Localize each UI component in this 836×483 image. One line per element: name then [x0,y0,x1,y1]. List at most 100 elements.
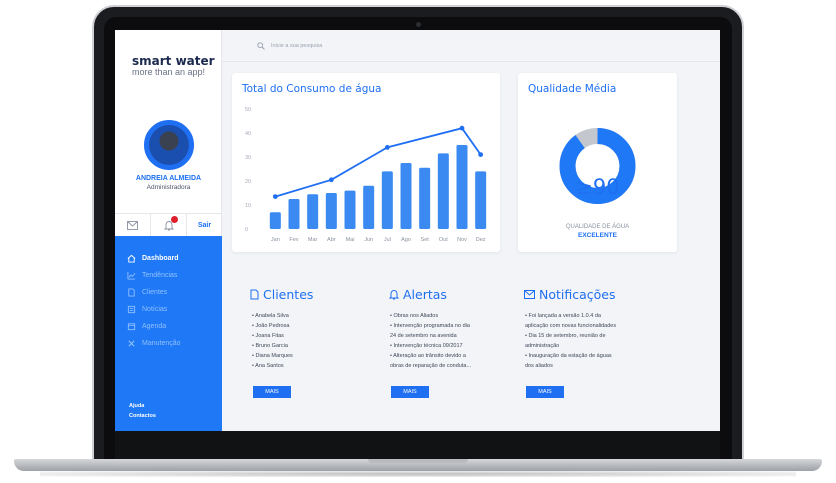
sidebar-item-label: Dashboard [142,254,179,262]
consumption-card: Total do Consumo de água 0 10 20 30 40 50 Jan F… [232,73,500,252]
messages-button[interactable] [115,214,151,236]
bar [363,185,375,229]
list-item[interactable]: • Anabela Silva [252,311,293,321]
logout-button[interactable]: Sair [187,214,222,236]
x-tick-label: Jun [364,237,373,243]
y-tick-label: 40 [245,131,251,137]
notificacoes-list: • Foi lançada a versão 1.0.4 da aplicaçã… [525,311,616,371]
x-tick-label: Mar [308,237,318,243]
brand-subtitle: more than an app! [132,67,206,77]
x-tick-label: Nov [457,237,467,243]
document-icon [250,289,259,300]
y-tick-label: 50 [245,107,251,113]
quality-card: Qualidade Média ≥90 QUALIDADE DE ÁGUA EX… [518,73,677,252]
x-tick-label: Ago [401,237,411,243]
bar [437,153,449,229]
bar [269,212,281,229]
bar [400,163,412,229]
line-point [384,145,390,150]
x-tick-label: Jan [271,237,280,243]
brand-logo[interactable]: smart water more than an app! [132,54,215,77]
list-item[interactable]: • Alteração ao trânsito devido a [390,351,471,361]
contacts-link[interactable]: Contactos [129,413,156,419]
sidebar-item-label: Agenda [142,322,167,330]
sidebar-item-label: Clientes [142,288,168,296]
user-role: Administradora [146,184,191,191]
search-icon [257,42,265,50]
list-item[interactable]: • Diana Marques [252,351,293,361]
notificacoes-more-button[interactable]: MAIS [526,386,564,398]
laptop-notch [368,459,468,463]
logout-label: Sair [197,221,212,229]
laptop-chin [115,431,720,461]
avatar[interactable] [144,120,194,170]
x-tick-label: Out [439,237,448,243]
search-placeholder: Inicie a sua pesquisa [271,43,323,49]
sidebar-item-tendencias[interactable]: Tendências [127,269,177,281]
list-item[interactable]: • Dia 15 de setembro, reunião de [525,331,616,341]
help-link[interactable]: Ajuda [129,403,144,409]
trend-line [275,127,482,198]
sidebar-item-noticias[interactable]: Notícias [127,303,167,315]
header-divider [222,61,720,62]
list-item[interactable]: • João Pedrosa [252,321,293,331]
sidebar-item-label: Manutenção [142,339,181,347]
notificacoes-title-label: Notificações [539,287,616,302]
notification-badge [171,216,178,223]
y-tick-label: 0 [245,227,248,233]
bar [288,199,300,229]
bar [344,190,356,229]
calendar-icon [127,322,136,330]
alertas-list: • Obras nos Aliados • Intervenção progra… [390,311,471,371]
quality-rating: EXCELENTE [577,232,617,239]
laptop-scene: smart water more than an app! ANDREIA AL… [0,0,836,483]
clientes-list: • Anabela Silva • João Pedrosa • Joana F… [252,311,293,371]
sidebar-item-dashboard[interactable]: Dashboard [127,252,179,264]
list-item[interactable]: obras de reparação de conduta... [390,361,471,371]
x-tick-label: Set [421,237,430,243]
list-item[interactable]: • Ana Santos [252,361,293,371]
laptop-shadow [40,471,796,477]
quality-value: ≥90 [575,175,620,199]
brand-title: smart water [132,54,215,68]
notificacoes-title: Notificações [524,287,616,302]
alertas-title: Alertas [389,287,447,302]
bar [325,193,337,229]
tools-icon [128,339,135,347]
sidebar-item-manutencao[interactable]: Manutenção [127,337,181,349]
envelope-icon [127,220,138,230]
sidebar-item-agenda[interactable]: Agenda [127,320,166,332]
camera-icon [416,22,421,27]
sidebar-nav: Dashboard Tendências Clientes Notícias A… [115,236,222,431]
clientes-title: Clientes [250,287,313,302]
list-item[interactable]: • Joana Fitas [252,331,293,341]
list-item[interactable]: dos aliados [525,361,616,371]
sidebar-item-label: Notícias [142,305,168,313]
alertas-more-button[interactable]: MAIS [391,386,429,398]
list-item[interactable]: 24 de setembro na avenida [390,331,471,341]
list-item[interactable]: administração [525,341,616,351]
newspaper-icon [127,305,136,313]
quality-caption: QUALIDADE DE ÁGUA [565,224,630,230]
x-tick-label: Dez [476,237,486,243]
sidebar-item-label: Tendências [142,271,178,279]
list-item[interactable]: aplicação com novas funcionalidades [525,321,616,331]
clientes-more-button[interactable]: MAIS [253,386,291,398]
list-item[interactable]: • Bruno Garcia [252,341,293,351]
list-item[interactable]: • Intervenção programada no dia [390,321,471,331]
bar [307,194,319,229]
notifications-button[interactable] [151,214,187,236]
y-tick-label: 30 [245,155,251,161]
bar [419,167,431,229]
list-item[interactable]: • Intervenção técnica 09/2017 [390,341,471,351]
list-item[interactable]: • Inauguração da estação de águas [525,351,616,361]
search-bar[interactable]: Inicie a sua pesquisa [257,42,322,50]
list-item[interactable]: • Foi lançada a versão 1.0.4 da [525,311,616,321]
line-point [459,125,465,131]
sidebar-item-clientes[interactable]: Clientes [127,286,167,298]
bar [475,171,487,229]
bar [381,171,393,229]
list-item[interactable]: • Obras nos Aliados [390,311,471,321]
trend-icon [127,271,136,280]
bell-icon [389,290,399,300]
